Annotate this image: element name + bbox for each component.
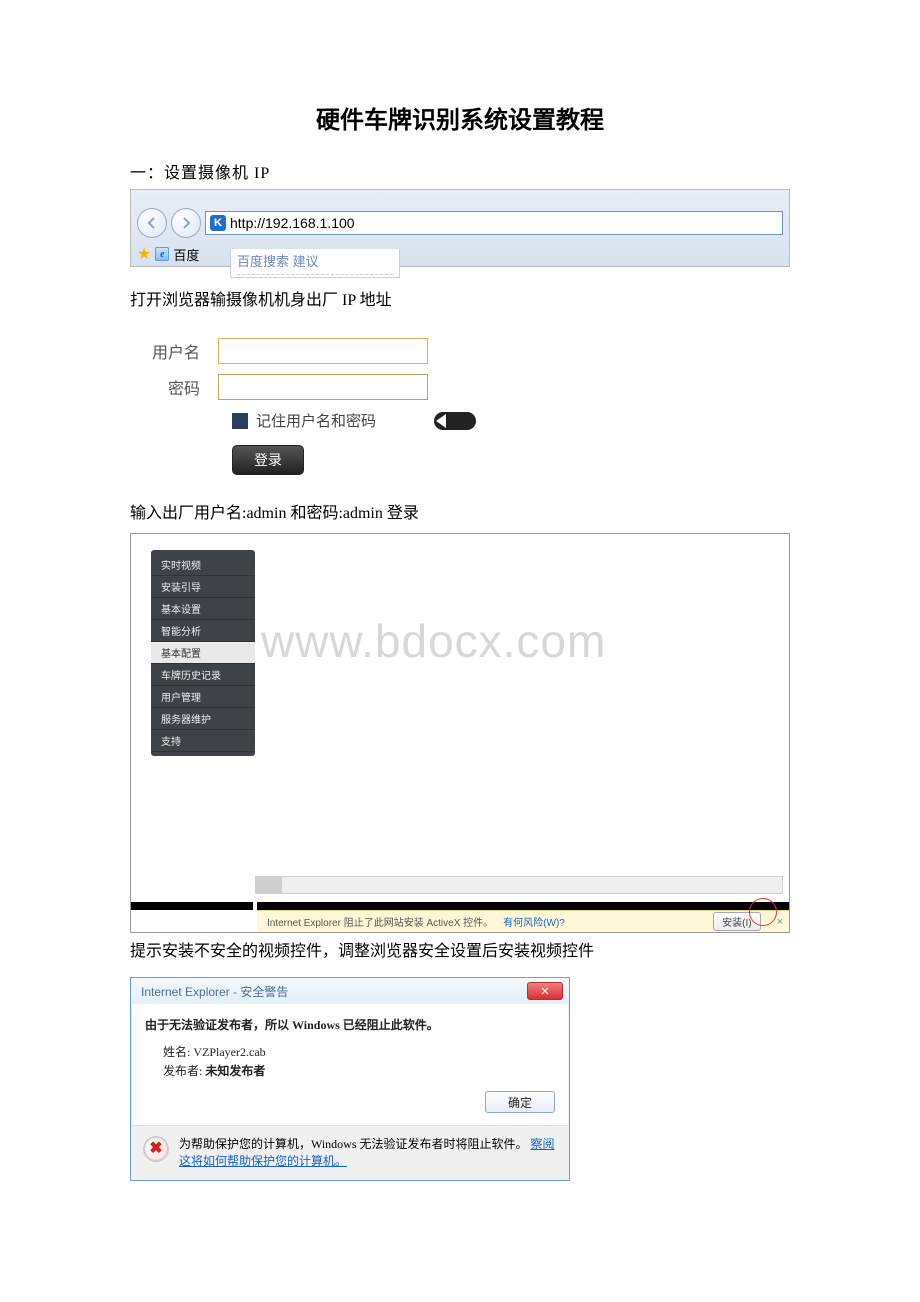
dialog-close-button[interactable]: ✕ <box>527 982 563 1000</box>
dialog-footer-text: 为帮助保护您的计算机，Windows 无法验证发布者时将阻止软件。 察阅 这将如… <box>179 1136 555 1170</box>
remember-label: 记住用户名和密码 <box>256 410 376 431</box>
password-input[interactable] <box>218 374 428 400</box>
section-heading-1: 一：设置摄像机 IP <box>130 159 790 183</box>
page-title: 硬件车牌识别系统设置教程 <box>130 100 790 135</box>
infobar-close-icon[interactable]: × <box>777 916 783 928</box>
dialog-name-value: VZPlayer2.cab <box>193 1045 265 1059</box>
back-arrow-icon[interactable] <box>137 208 167 238</box>
sidebar-item[interactable]: 用户管理 <box>151 686 255 708</box>
browser-screenshot: K http://192.168.1.100 ★ e 百度 百度搜索 建议 <box>130 189 790 296</box>
security-warning-dialog: Internet Explorer - 安全警告 ✕ 由于无法验证发布者，所以 … <box>130 977 570 1181</box>
dialog-publisher-value: 未知发布者 <box>205 1064 265 1078</box>
keyboard-toggle-icon[interactable] <box>434 412 476 430</box>
favorite-baidu-label[interactable]: 百度 <box>173 245 199 264</box>
sidebar-item[interactable]: 服务器维护 <box>151 708 255 730</box>
infobar-risk-link[interactable]: 有何风险(W)? <box>503 914 565 929</box>
login-screenshot: 用户名 密码 记住用户名和密码 登录 <box>130 328 790 495</box>
password-label: 密码 <box>130 375 200 399</box>
sidebar-item[interactable]: 基本设置 <box>151 598 255 620</box>
favorites-star-icon[interactable]: ★ <box>137 244 151 264</box>
sidebar-item[interactable]: 安装引导 <box>151 576 255 598</box>
ie-window-screenshot: 实时视频 安装引导 基本设置 智能分析 基本配置 车牌历史记录 用户管理 服务器… <box>130 533 790 933</box>
annotation-circle-icon <box>749 898 777 926</box>
address-bar[interactable]: K http://192.168.1.100 <box>205 211 783 235</box>
dialog-headline: 由于无法验证发布者，所以 Windows 已经阻止此软件。 <box>145 1016 555 1033</box>
infobar-message: Internet Explorer 阻止了此网站安装 ActiveX 控件。 <box>267 914 493 929</box>
ie-page-icon: e <box>155 247 169 261</box>
watermark-text: www.bdocx.com <box>261 614 606 668</box>
sidebar-item-selected[interactable]: 基本配置 <box>151 642 255 664</box>
dialog-name-label: 姓名: <box>163 1045 190 1059</box>
sidebar-menu: 实时视频 安装引导 基本设置 智能分析 基本配置 车牌历史记录 用户管理 服务器… <box>151 550 255 756</box>
sidebar-item[interactable]: 智能分析 <box>151 620 255 642</box>
login-button[interactable]: 登录 <box>232 445 304 475</box>
caption-1: 打开浏览器输摄像机机身出厂 IP 地址 <box>130 286 790 310</box>
dialog-publisher-label: 发布者: <box>163 1064 202 1078</box>
dialog-help-link[interactable]: 察阅 <box>531 1137 555 1151</box>
site-icon: K <box>210 215 226 231</box>
caption-3: 提示安装不安全的视频控件，调整浏览器安全设置后安装视频控件 <box>130 937 790 961</box>
username-input[interactable] <box>218 338 428 364</box>
divider-bar <box>131 902 789 910</box>
caption-2: 输入出厂用户名:admin 和密码:admin 登录 <box>130 499 790 523</box>
activex-infobar[interactable]: Internet Explorer 阻止了此网站安装 ActiveX 控件。 有… <box>257 910 789 932</box>
search-suggest-label: 百度搜索 建议 <box>230 249 400 278</box>
username-label: 用户名 <box>130 339 200 363</box>
sidebar-item[interactable]: 实时视频 <box>151 554 255 576</box>
forward-arrow-icon[interactable] <box>171 208 201 238</box>
remember-checkbox[interactable] <box>232 413 248 429</box>
sidebar-item[interactable]: 车牌历史记录 <box>151 664 255 686</box>
horizontal-scrollbar[interactable] <box>255 876 783 894</box>
url-text: http://192.168.1.100 <box>230 215 355 231</box>
dialog-help-link-2[interactable]: 这将如何帮助保护您的计算机。 <box>179 1154 347 1168</box>
dialog-title: Internet Explorer - 安全警告 <box>141 983 288 1000</box>
shield-x-icon: ✖ <box>143 1136 169 1162</box>
sidebar-item[interactable]: 支持 <box>151 730 255 752</box>
dialog-ok-button[interactable]: 确定 <box>485 1091 555 1113</box>
